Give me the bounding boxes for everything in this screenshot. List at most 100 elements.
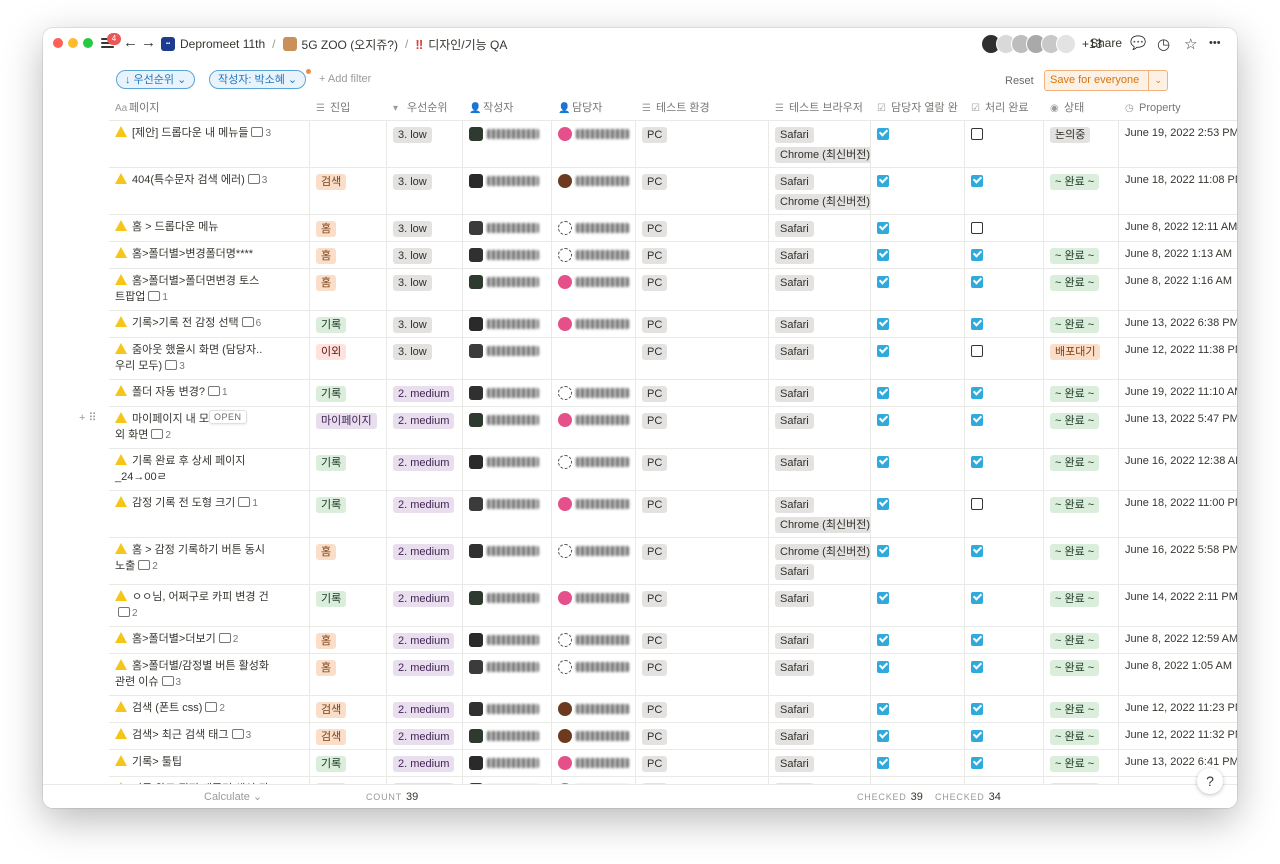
cell-assignee[interactable]	[552, 627, 636, 653]
cell-done[interactable]	[965, 449, 1044, 490]
cell-entry[interactable]: 검색	[310, 723, 387, 749]
comment-count[interactable]: 3	[251, 127, 271, 139]
column-header-page[interactable]: Aa 페이지	[109, 96, 310, 120]
cell-env[interactable]: PC	[636, 215, 769, 241]
cell-env[interactable]: PC	[636, 696, 769, 722]
cell-page[interactable]: 기록> 툴팁	[109, 750, 310, 776]
done-checkbox[interactable]	[971, 730, 983, 742]
cell-page[interactable]: 검색 (폰트 css) 2	[109, 696, 310, 722]
cell-property[interactable]: June 8, 2022 12:59 AM	[1119, 627, 1237, 653]
read-checkbox[interactable]	[877, 414, 889, 426]
cell-browser[interactable]: Safari	[769, 750, 871, 776]
cell-status[interactable]: 배포대기	[1044, 338, 1119, 379]
cell-browser[interactable]: Safari	[769, 627, 871, 653]
cell-priority[interactable]: 2. medium	[387, 491, 463, 537]
cell-author[interactable]	[463, 585, 552, 626]
cell-page[interactable]: 홈>폴더별>폴더면변경 토스 트팝업 1	[109, 269, 310, 310]
cell-author[interactable]	[463, 338, 552, 379]
cell-browser[interactable]: Safari	[769, 585, 871, 626]
column-header-priority[interactable]: ▾ 우선순위	[387, 96, 463, 120]
cell-property[interactable]: June 12, 2022 11:32 PM	[1119, 723, 1237, 749]
cell-done[interactable]	[965, 696, 1044, 722]
read-checkbox[interactable]	[877, 757, 889, 769]
column-header-read[interactable]: ☑ 담당자 열람 완	[871, 96, 965, 120]
cell-assignee[interactable]	[552, 338, 636, 379]
cell-priority[interactable]: 3. low	[387, 269, 463, 310]
cell-env[interactable]: PC	[636, 491, 769, 537]
cell-read[interactable]	[871, 242, 965, 268]
cell-property[interactable]: June 12, 2022 11:38 PM	[1119, 338, 1237, 379]
cell-assignee[interactable]	[552, 538, 636, 584]
author-filter-pill[interactable]: 작성자: 박소혜 ⌄	[209, 70, 307, 89]
read-checkbox[interactable]	[877, 498, 889, 510]
cell-property[interactable]: June 8, 2022 12:11 AM	[1119, 215, 1237, 241]
cell-entry[interactable]: 홈	[310, 538, 387, 584]
checked-summary-done[interactable]: CHECKED 34	[935, 791, 1001, 803]
comment-count[interactable]: 3	[231, 729, 251, 741]
cell-env[interactable]: PC	[636, 538, 769, 584]
cell-done[interactable]	[965, 338, 1044, 379]
cell-env[interactable]: PC	[636, 654, 769, 695]
cell-env[interactable]: PC	[636, 750, 769, 776]
read-checkbox[interactable]	[877, 730, 889, 742]
cell-author[interactable]	[463, 723, 552, 749]
table-row[interactable]: 마이페이지 내 모든 외 화면 2 OPEN + ⠿ 마이페이지 2. medium PC Sa…	[79, 407, 1237, 449]
cell-entry[interactable]: 홈	[310, 654, 387, 695]
cell-browser[interactable]: Safari Chrome (최신버전)	[769, 168, 871, 214]
cell-browser[interactable]: Safari	[769, 215, 871, 241]
cell-status[interactable]: ~ 완료 ~	[1044, 585, 1119, 626]
read-checkbox[interactable]	[877, 175, 889, 187]
cell-done[interactable]	[965, 407, 1044, 448]
cell-status[interactable]: ~ 완료 ~	[1044, 407, 1119, 448]
history-clock-icon[interactable]: ◷	[1157, 35, 1173, 53]
cell-status[interactable]: ~ 완료 ~	[1044, 449, 1119, 490]
zoom-window-button[interactable]	[83, 38, 93, 48]
sort-priority-pill[interactable]: ↓ 우선순위 ⌄	[116, 70, 196, 89]
cell-entry[interactable]: 기록	[310, 750, 387, 776]
read-checkbox[interactable]	[877, 318, 889, 330]
done-checkbox[interactable]	[971, 592, 983, 604]
cell-status[interactable]: ~ 완료 ~	[1044, 723, 1119, 749]
cell-status[interactable]: ~ 완료 ~	[1044, 242, 1119, 268]
cell-browser[interactable]: Safari Chrome (최신버전)	[769, 491, 871, 537]
table-row[interactable]: 감정 기록 전 도형 크기 1 기록 2. medium PC Safari Chrome …	[109, 491, 1237, 538]
cell-property[interactable]: June 18, 2022 11:08 PM	[1119, 168, 1237, 214]
cell-status[interactable]: ~ 완료 ~	[1044, 269, 1119, 310]
table-row[interactable]: 홈>폴더별>더보기 2 홈 2. medium PC Safari ~ 완료 ~ June 8…	[109, 627, 1237, 654]
favorite-star-icon[interactable]: ☆	[1184, 35, 1200, 53]
cell-browser[interactable]: Safari	[769, 380, 871, 406]
cell-done[interactable]	[965, 723, 1044, 749]
cell-entry[interactable]: 홈	[310, 627, 387, 653]
cell-page[interactable]: 줌아웃 했을시 화면 (담당자.. 우리 모두) 3	[109, 338, 310, 379]
cell-browser[interactable]: Safari	[769, 449, 871, 490]
cell-entry[interactable]: 기록	[310, 311, 387, 337]
read-checkbox[interactable]	[877, 345, 889, 357]
table-row[interactable]: 홈>폴더별/감정별 버튼 활성화 관련 이슈 3 홈 2. medium PC Safari…	[109, 654, 1237, 696]
cell-assignee[interactable]	[552, 491, 636, 537]
comment-count[interactable]: 3	[161, 676, 181, 688]
table-row[interactable]: [제안] 드롭다운 내 메뉴들 3 3. low PC Safari Chrome (최신…	[109, 121, 1237, 168]
cell-browser[interactable]: Chrome (최신버전) Safari	[769, 538, 871, 584]
cell-assignee[interactable]	[552, 723, 636, 749]
done-checkbox[interactable]	[971, 757, 983, 769]
cell-priority[interactable]: 3. low	[387, 242, 463, 268]
cell-author[interactable]	[463, 380, 552, 406]
cell-priority[interactable]: 3. low	[387, 121, 463, 167]
cell-assignee[interactable]	[552, 215, 636, 241]
cell-author[interactable]	[463, 750, 552, 776]
cell-done[interactable]	[965, 121, 1044, 167]
table-row[interactable]: 기록>기록 전 감정 선택 6 기록 3. low PC Safari ~ 완료 ~ June…	[109, 311, 1237, 338]
done-checkbox[interactable]	[971, 318, 983, 330]
cell-author[interactable]	[463, 538, 552, 584]
cell-property[interactable]: June 8, 2022 1:05 AM	[1119, 654, 1237, 695]
table-row[interactable]: 줌아웃 했을시 화면 (담당자.. 우리 모두) 3 이외 3. low PC Safari…	[109, 338, 1237, 380]
cell-author[interactable]	[463, 242, 552, 268]
done-checkbox[interactable]	[971, 661, 983, 673]
cell-assignee[interactable]	[552, 380, 636, 406]
cell-author[interactable]	[463, 215, 552, 241]
cell-read[interactable]	[871, 491, 965, 537]
cell-read[interactable]	[871, 215, 965, 241]
cell-done[interactable]	[965, 380, 1044, 406]
cell-page[interactable]: 홈 > 감정 기록하기 버튼 동시 노출 2	[109, 538, 310, 584]
forward-arrow-icon[interactable]: →	[141, 34, 156, 52]
